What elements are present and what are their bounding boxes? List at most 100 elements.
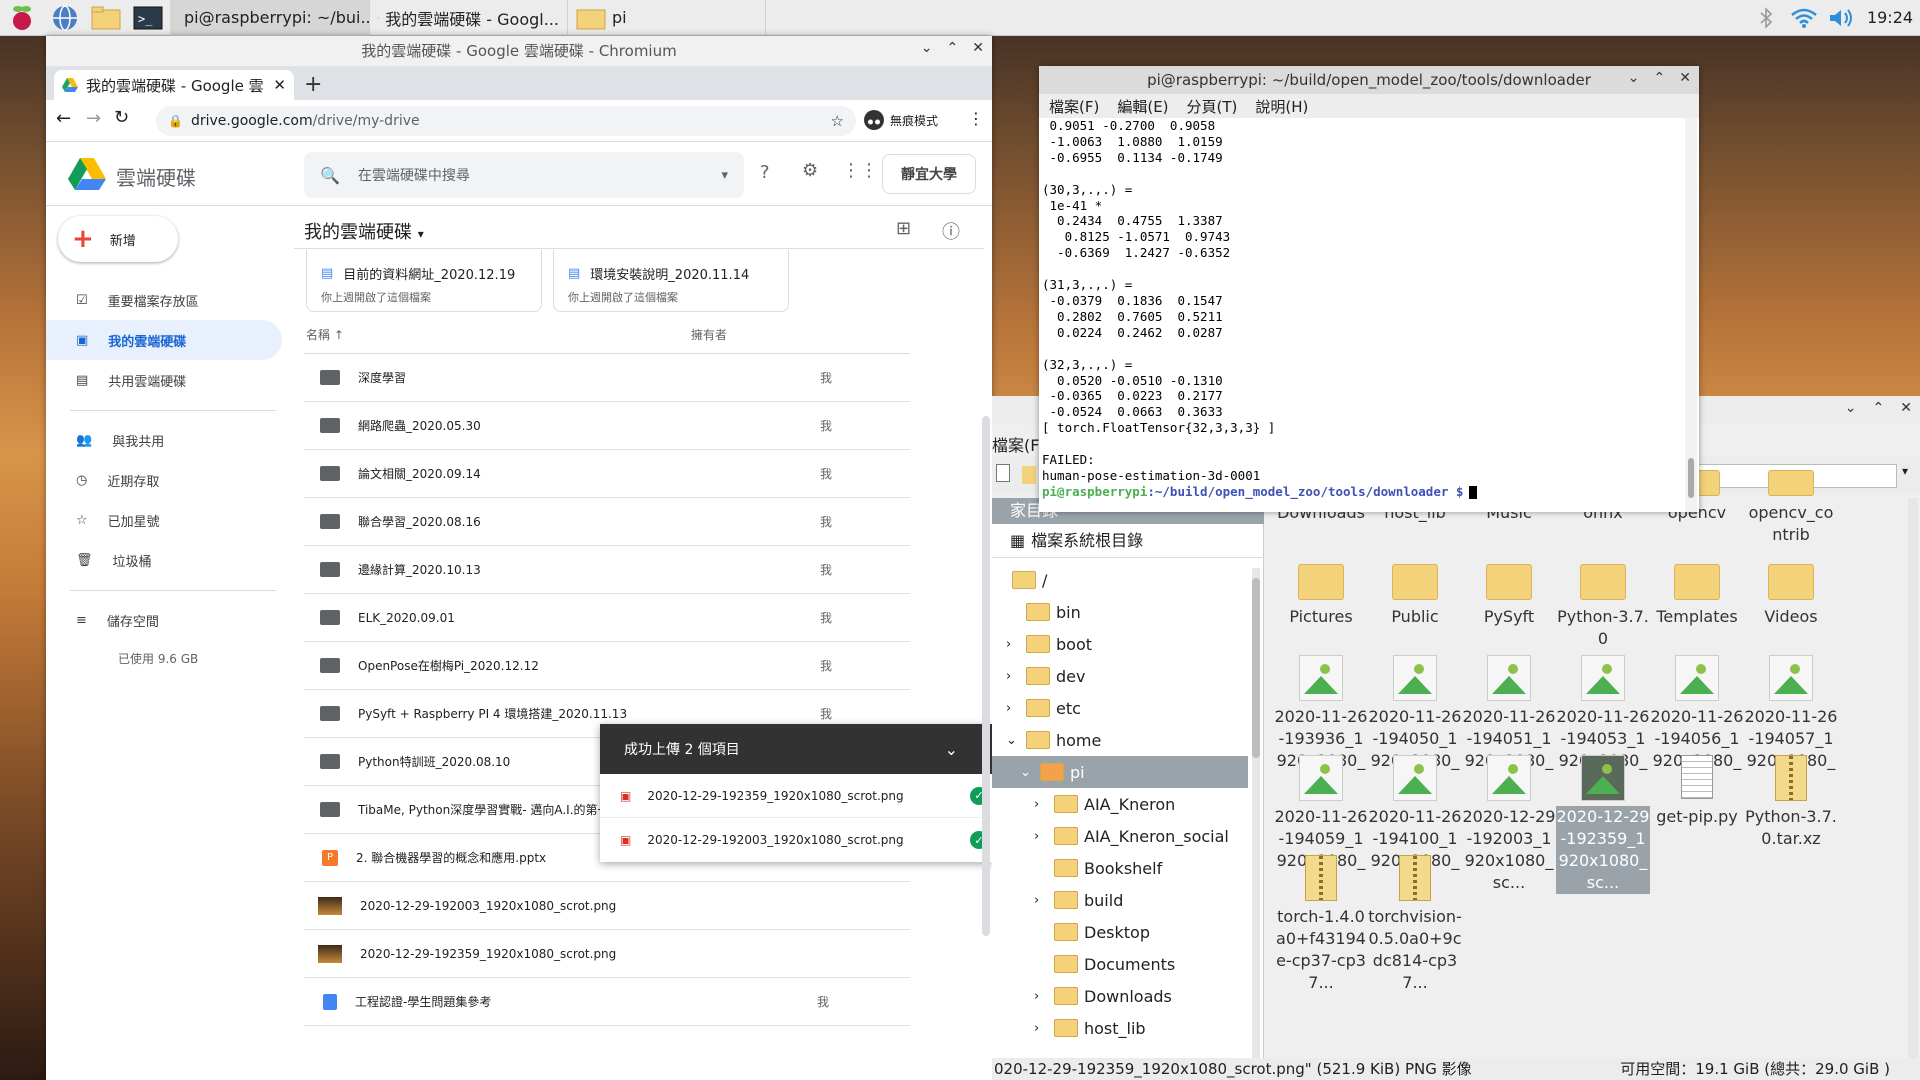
tree-node[interactable]: › AIA_Kneron (992, 788, 1248, 820)
maximize-button[interactable]: ⌃ (1873, 400, 1885, 416)
file-icon-item[interactable]: get-pip.py (1650, 754, 1744, 828)
file-row[interactable]: 論文相關_2020.09.14 我 (304, 450, 910, 498)
file-icon-item[interactable]: opencv_contrib (1744, 470, 1838, 546)
grid-view-icon[interactable]: ⊞ (896, 218, 911, 239)
expander-icon[interactable]: › (1006, 669, 1020, 684)
forward-icon[interactable]: → (86, 108, 101, 129)
incognito-badge[interactable]: 無痕模式 (864, 110, 938, 130)
file-icon-item[interactable]: Templates (1650, 554, 1744, 628)
toolbar-folder-icon[interactable] (1022, 466, 1036, 484)
file-icon-item[interactable]: Videos (1744, 554, 1838, 628)
nav-trash[interactable]: 🗑 垃圾桶 (46, 540, 152, 580)
maximize-button[interactable]: ⌃ (1654, 70, 1666, 86)
browser-launcher-icon[interactable] (44, 0, 86, 36)
fm-menu[interactable]: 檔案(F) (992, 432, 1046, 456)
close-button[interactable]: ✕ (1679, 70, 1691, 86)
file-icon-item[interactable]: Pictures (1274, 554, 1368, 628)
tree-node[interactable]: Desktop (992, 916, 1248, 948)
expander-icon[interactable]: › (1034, 1021, 1048, 1036)
file-icon-item[interactable]: 2020-12-29-192003_1920x1080_sc... (1462, 754, 1556, 894)
tree-node[interactable]: › dev (992, 660, 1248, 692)
volume-icon[interactable] (1824, 0, 1860, 36)
expander-icon[interactable]: › (1034, 797, 1048, 812)
file-row[interactable]: 2020-12-29-192003_1920x1080_scrot.png (304, 882, 910, 930)
org-account-badge[interactable]: 靜宜大學 (882, 154, 976, 194)
nav-my-drive[interactable]: ▣ 我的雲端硬碟 (46, 320, 282, 360)
nav-recent[interactable]: ◷ 近期存取 (46, 460, 159, 500)
file-row[interactable]: 邊緣計算_2020.10.13 我 (304, 546, 910, 594)
file-icon-item[interactable]: 2020-12-29-192359_1920x1080_sc... (1556, 754, 1650, 894)
more-menu-icon[interactable]: ⋮ (968, 109, 984, 128)
terminal-output[interactable]: 0.9051 -0.2700 0.9058 -1.0063 1.0880 1.0… (1039, 118, 1679, 512)
nav-storage[interactable]: ≡ 儲存空間 (46, 600, 159, 640)
tree-node[interactable]: › host_lib (992, 1012, 1248, 1044)
new-button[interactable]: + 新增 (58, 216, 178, 262)
taskbar-terminal[interactable]: >_ pi@raspberrypi: ~/bui... (170, 0, 370, 36)
settings-gear-icon[interactable]: ⚙ (802, 160, 818, 181)
file-row[interactable]: 網路爬蟲_2020.05.30 我 (304, 402, 910, 450)
star-icon[interactable]: ☆ (831, 112, 844, 130)
file-icon-item[interactable]: PySyft (1462, 554, 1556, 628)
page-scrollbar[interactable] (982, 416, 990, 936)
file-manager-launcher-icon[interactable] (86, 0, 126, 36)
breadcrumb[interactable]: 我的雲端硬碟 ▾ (304, 218, 424, 244)
nav-priority[interactable]: ☑ 重要檔案存放區 (46, 280, 199, 320)
place-filesystem-root[interactable]: ▦ 檔案系統根目錄 (992, 524, 1264, 558)
reload-icon[interactable]: ↻ (114, 107, 129, 128)
tree-node[interactable]: › Downloads (992, 980, 1248, 1012)
tree-node[interactable]: bin (992, 596, 1248, 628)
file-row[interactable]: 聯合學習_2020.08.16 我 (304, 498, 910, 546)
tree-node[interactable]: › AIA_Kneron_social (992, 820, 1248, 852)
raspberry-menu-icon[interactable] (0, 0, 44, 36)
info-icon[interactable]: ⓘ (942, 218, 960, 244)
bluetooth-icon[interactable] (1748, 0, 1784, 36)
quick-access-card[interactable]: ▤ 目前的資料網址_2020.12.19 你上週開啟了這個檔案 (306, 250, 542, 312)
menu-edit[interactable]: 編輯(E) (1117, 96, 1168, 117)
upload-item[interactable]: ▣ 2020-12-29-192003_1920x1080_scrot.png ✓ (600, 818, 992, 862)
menu-tabs[interactable]: 分頁(T) (1187, 96, 1238, 117)
file-row[interactable]: 工程認證-學生問題集參考 我 (304, 978, 910, 1026)
tree-node[interactable]: Bookshelf (992, 852, 1248, 884)
tree-node[interactable]: ⌄ pi (992, 756, 1248, 788)
tree-scrollbar[interactable] (1252, 568, 1260, 1064)
minimize-button[interactable]: ⌄ (921, 40, 933, 56)
back-icon[interactable]: ← (56, 108, 71, 129)
upload-item[interactable]: ▣ 2020-12-29-192359_1920x1080_scrot.png ✓ (600, 774, 992, 818)
column-header-name[interactable]: 名稱 ↑ (306, 326, 344, 343)
expander-icon[interactable]: › (1006, 701, 1020, 716)
tree-node[interactable]: Documents (992, 948, 1248, 980)
expander-icon[interactable]: ⌄ (1006, 733, 1020, 748)
search-options-icon[interactable]: ▾ (721, 168, 728, 183)
apps-grid-icon[interactable]: ⋮⋮ (842, 160, 878, 181)
expander-icon[interactable]: › (1034, 989, 1048, 1004)
file-row[interactable]: ELK_2020.09.01 我 (304, 594, 910, 642)
tree-node[interactable]: › build (992, 884, 1248, 916)
expander-icon[interactable]: › (1006, 637, 1020, 652)
minimize-button[interactable]: ⌄ (1628, 70, 1640, 86)
nav-starred[interactable]: ☆ 已加星號 (46, 500, 160, 540)
file-icon-item[interactable]: Python-3.7.0.tar.xz (1744, 754, 1838, 850)
file-row[interactable]: 深度學習 我 (304, 354, 910, 402)
file-icon-item[interactable]: torch-1.4.0a0+f43194e-cp37-cp37... (1274, 854, 1368, 994)
tree-node[interactable]: › boot (992, 628, 1248, 660)
tree-node[interactable]: ⌄ home (992, 724, 1248, 756)
tab-close-icon[interactable]: ✕ (273, 76, 286, 94)
path-dropdown-icon[interactable]: ▾ (1902, 464, 1908, 478)
tree-node[interactable]: › etc (992, 692, 1248, 724)
tree-node[interactable]: / (992, 564, 1248, 596)
taskbar-filemanager[interactable]: pi (568, 0, 766, 36)
nav-shared-with-me[interactable]: 👥 與我共用 (46, 420, 164, 460)
address-bar[interactable]: 🔒 drive.google.com/drive/my-drive ☆ (156, 106, 856, 136)
maximize-button[interactable]: ⌃ (947, 40, 959, 56)
drive-search[interactable]: 🔍 在雲端硬碟中搜尋 ▾ (304, 152, 744, 198)
terminal-launcher-icon[interactable]: >_ (126, 0, 170, 36)
quick-access-card[interactable]: ▤ 環境安裝說明_2020.11.14 你上週開啟了這個檔案 (553, 250, 789, 312)
file-icon-item[interactable]: Public (1368, 554, 1462, 628)
menu-help[interactable]: 說明(H) (1255, 96, 1308, 117)
collapse-chevron-icon[interactable]: ⌄ (945, 740, 958, 759)
menu-file[interactable]: 檔案(F) (1049, 96, 1099, 117)
file-icon-item[interactable]: torchvision-0.5.0a0+9cdc814-cp37... (1368, 854, 1462, 994)
expander-icon[interactable]: ⌄ (1020, 765, 1034, 780)
toolbar-new-icon[interactable] (996, 464, 1010, 482)
nav-shared-drives[interactable]: ▤ 共用雲端硬碟 (46, 360, 186, 400)
